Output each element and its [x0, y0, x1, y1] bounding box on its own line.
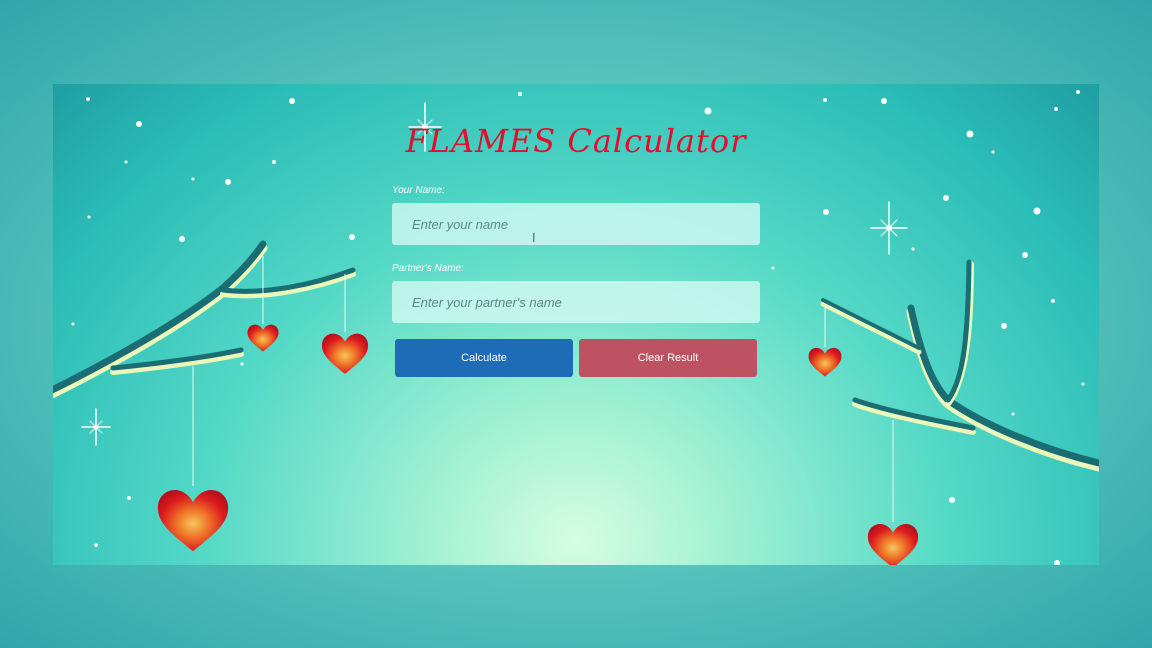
app-canvas: FLAMES Calculator Your Name: Partner's N…: [53, 84, 1099, 565]
right-branch: [820, 259, 1099, 472]
partner-name-input[interactable]: [392, 281, 760, 323]
text-cursor-icon: I: [532, 231, 536, 245]
name-label: Your Name:: [392, 185, 445, 196]
left-branch: [53, 240, 356, 399]
partner-name-label: Partner's Name:: [392, 263, 464, 274]
snow-dots: [71, 90, 1085, 565]
name-input[interactable]: [392, 203, 760, 245]
page-title: FLAMES Calculator: [405, 122, 747, 160]
calculate-button[interactable]: Calculate: [395, 339, 573, 377]
clear-result-button[interactable]: Clear Result: [579, 339, 757, 377]
